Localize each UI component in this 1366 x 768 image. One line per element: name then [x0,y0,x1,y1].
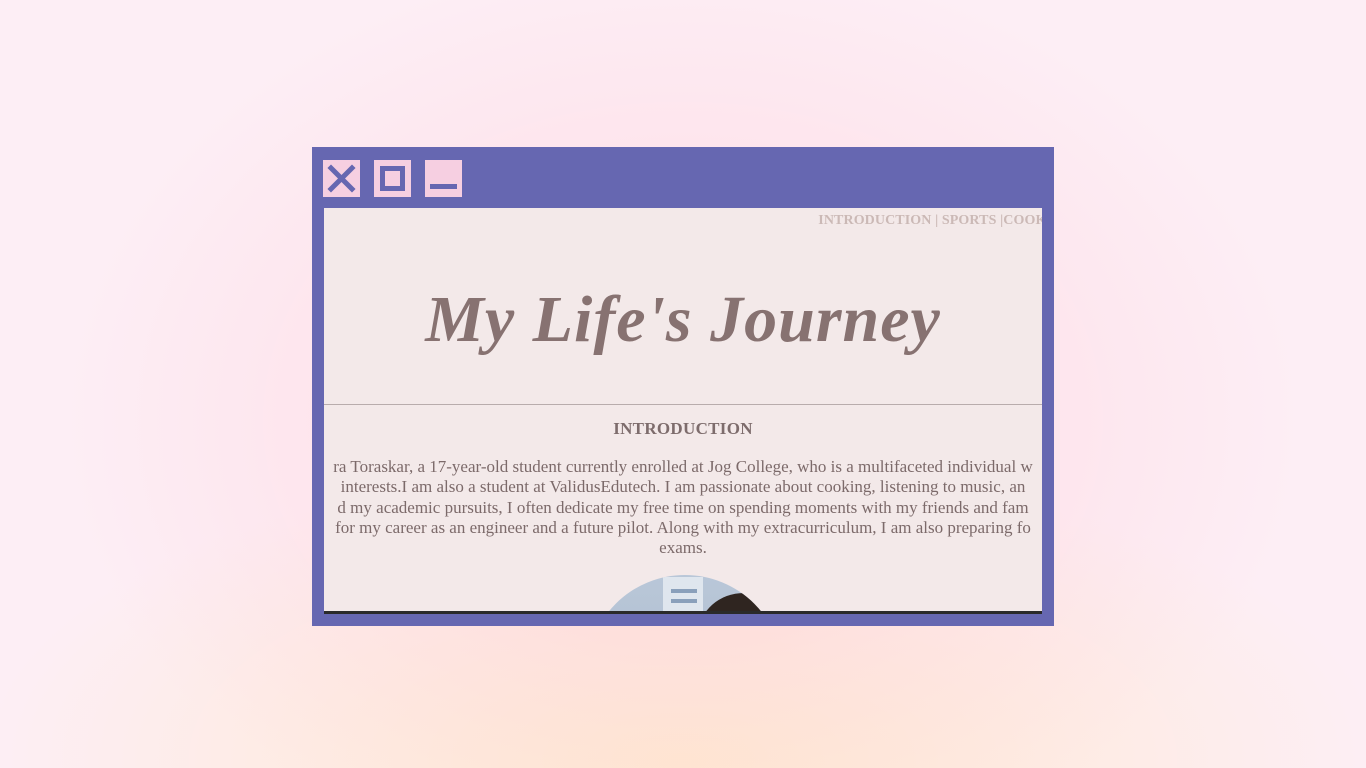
section-divider [324,404,1042,405]
photo-building-window [671,599,697,603]
section-heading: INTRODUCTION [613,419,753,438]
photo-building [663,577,703,614]
intro-line: ra Toraskar, a 17-year-old student curre… [333,457,1033,476]
intro-paragraph: ra Toraskar, a 17-year-old student curre… [324,457,1042,558]
minimize-button[interactable] [425,160,462,197]
minimize-icon [425,160,462,197]
photo-building-window [671,589,697,593]
intro-line: for my career as an engineer and a futur… [335,517,1031,537]
page-title: My Life's Journey [425,283,941,356]
maximize-button[interactable] [374,160,411,197]
intro-line: exams. [659,538,707,558]
nav-link-introduction[interactable]: INTRODUCTION [818,213,931,228]
page-viewport[interactable]: INTRODUCTION | SPORTS |COOKI My Life's J… [324,208,1042,614]
page-bottom-border [324,611,1042,614]
close-button[interactable] [323,160,360,197]
browser-window: INTRODUCTION | SPORTS |COOKI My Life's J… [312,147,1054,626]
intro-line: interests.I am also a student at Validus… [340,477,1026,497]
top-nav: INTRODUCTION | SPORTS |COOKI [818,213,1042,229]
nav-link-sports[interactable]: SPORTS [942,213,997,228]
intro-line: d my academic pursuits, I often dedicate… [337,497,1029,517]
profile-photo [587,575,783,614]
close-icon [323,160,360,197]
nav-separator: | [931,213,942,228]
maximize-icon [374,160,411,197]
nav-link-cooking[interactable]: COOKI [1003,213,1042,228]
window-titlebar[interactable] [312,147,1054,208]
